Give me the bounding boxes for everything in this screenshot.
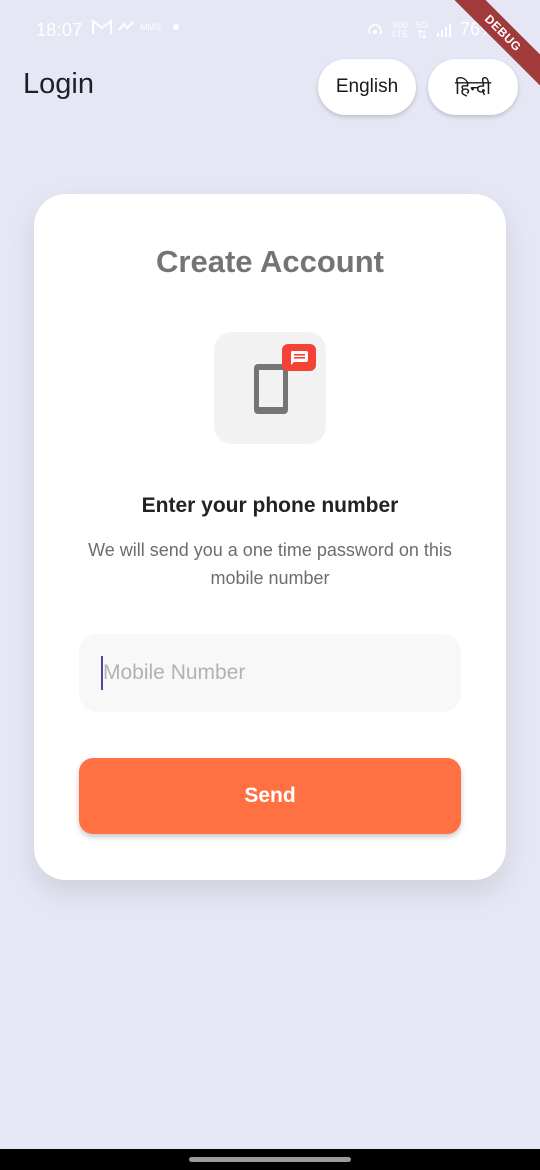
status-mms-label: MMS	[140, 21, 161, 32]
gmail-icon	[92, 19, 112, 34]
volte-bottom-label: LTE	[392, 28, 408, 39]
signal-app-icon	[118, 21, 134, 31]
signal-strength-icon	[436, 23, 451, 37]
status-bar: 18:07 MMS Vo0 LTE 5G 76%	[0, 0, 540, 60]
status-left-icons: MMS	[92, 19, 179, 35]
data-arrows-icon	[417, 30, 427, 38]
network-indicator: 5G	[416, 21, 428, 38]
phone-message-icon	[214, 332, 326, 444]
home-gesture-handle[interactable]	[189, 1157, 351, 1162]
volte-indicator: Vo0 LTE	[392, 20, 408, 39]
mobile-number-input[interactable]	[103, 634, 443, 712]
send-button[interactable]: Send	[79, 758, 461, 834]
english-language-button[interactable]: English	[318, 59, 416, 115]
create-account-card: Create Account Enter your phone number W…	[34, 194, 506, 880]
phone-prompt: Enter your phone number	[141, 494, 399, 517]
card-title: Create Account	[156, 244, 384, 279]
hotspot-icon	[368, 23, 382, 34]
mobile-number-field[interactable]	[79, 634, 461, 712]
otp-description: We will send you a one time password on …	[88, 540, 452, 588]
notification-dot-icon	[173, 24, 179, 30]
navigation-bar	[0, 1149, 540, 1170]
page-title: Login	[23, 68, 94, 100]
status-time: 18:07	[36, 20, 83, 40]
hindi-language-button[interactable]: हिन्दी	[428, 59, 518, 115]
network-type: 5G	[415, 20, 428, 30]
